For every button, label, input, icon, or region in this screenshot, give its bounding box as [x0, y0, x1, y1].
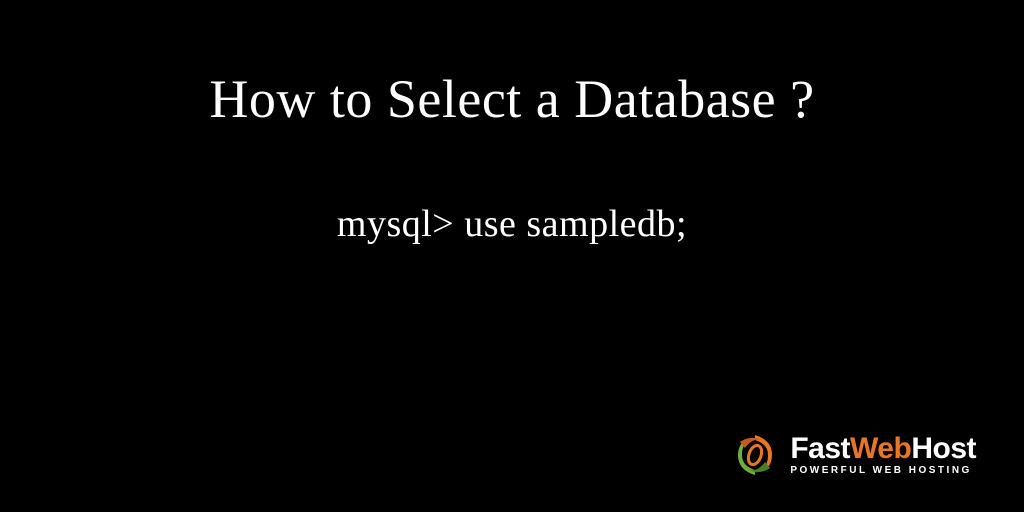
brand-part-web: Web: [850, 432, 911, 465]
brand-part-fast: Fast: [790, 432, 850, 465]
page-title: How to Select a Database ?: [0, 0, 1024, 130]
brand-tagline: POWERFUL WEB HOSTING: [790, 466, 976, 476]
brand-text: FastWebHost POWERFUL WEB HOSTING: [790, 434, 976, 476]
brand-name: FastWebHost: [790, 434, 976, 464]
brand-part-host: Host: [911, 432, 976, 465]
swirl-icon: [730, 430, 780, 480]
mysql-command: mysql> use sampledb;: [0, 202, 1024, 246]
brand-logo: FastWebHost POWERFUL WEB HOSTING: [730, 430, 976, 480]
